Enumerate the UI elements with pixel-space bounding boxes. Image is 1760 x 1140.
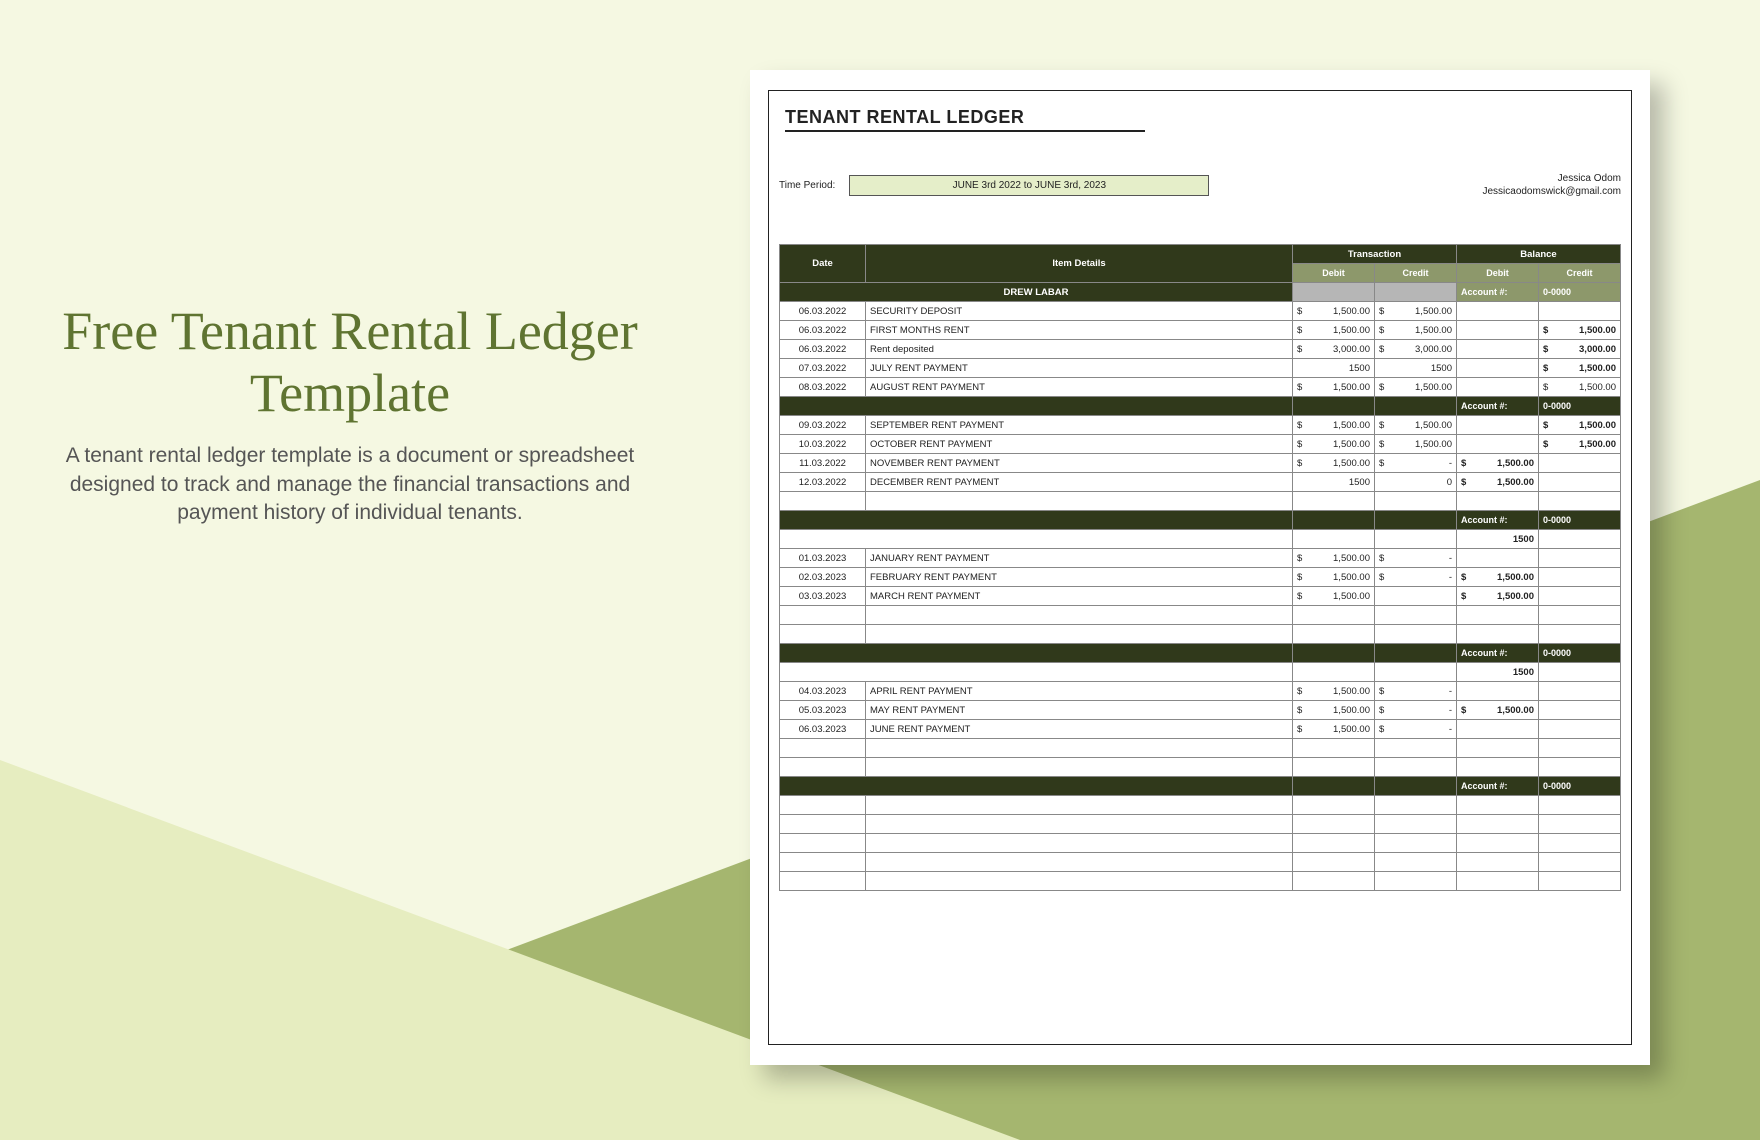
period-value: JUNE 3rd 2022 to JUNE 3rd, 2023 — [849, 175, 1209, 196]
page-title: Free Tenant Rental Ledger Template — [60, 300, 640, 424]
promo-text: Free Tenant Rental Ledger Template A ten… — [60, 300, 640, 527]
ledger-sheet: TENANT RENTAL LEDGER Time Period: JUNE 3… — [750, 70, 1650, 1065]
period-label: Time Period: — [779, 180, 835, 191]
ledger-title: TENANT RENTAL LEDGER — [785, 107, 1145, 132]
period-row: Time Period: JUNE 3rd 2022 to JUNE 3rd, … — [779, 172, 1621, 198]
contact-email: Jessicaodomswick@gmail.com — [1482, 185, 1621, 198]
ledger-frame: TENANT RENTAL LEDGER Time Period: JUNE 3… — [768, 90, 1632, 1045]
contact-block: Jessica Odom Jessicaodomswick@gmail.com — [1482, 172, 1621, 198]
page-description: A tenant rental ledger template is a doc… — [60, 442, 640, 527]
ledger-table: DateItem DetailsTransactionBalanceDebitC… — [779, 244, 1621, 891]
contact-name: Jessica Odom — [1482, 172, 1621, 185]
